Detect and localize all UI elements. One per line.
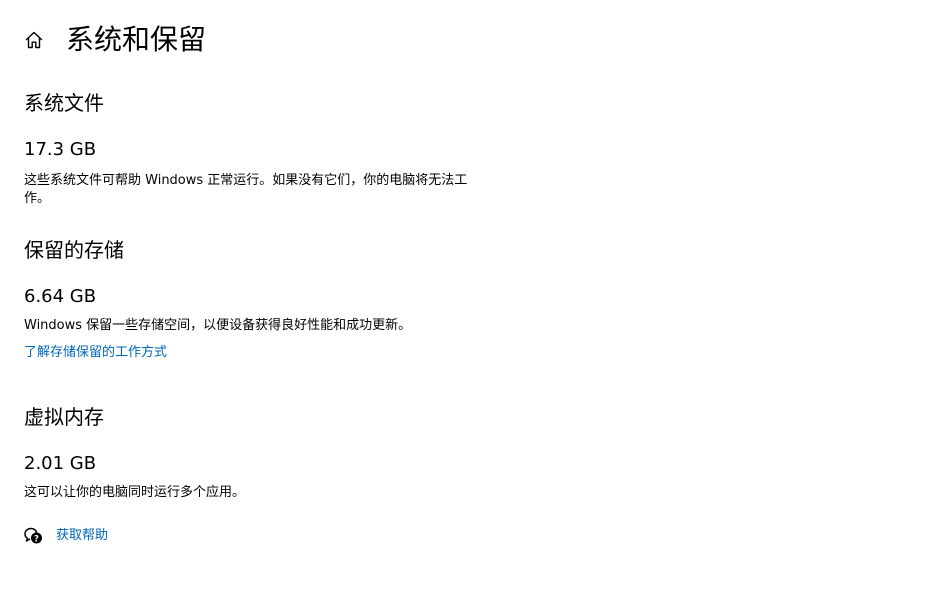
system-files-description: 这些系统文件可帮助 Windows 正常运行。如果没有它们，你的电脑将无法工作。 bbox=[24, 173, 468, 206]
home-button[interactable] bbox=[22, 28, 46, 52]
storage-system-reserved-page: 系统和保留 系统文件 17.3 GB 这些系统文件可帮助 Windows 正常运… bbox=[0, 0, 928, 603]
system-files-size: 17.3 GB bbox=[24, 139, 97, 160]
page-header: 系统和保留 bbox=[22, 22, 206, 58]
help-chat-icon: ? bbox=[24, 527, 42, 544]
get-help-link[interactable]: 获取帮助 bbox=[56, 527, 108, 545]
system-files-heading: 系统文件 bbox=[24, 91, 104, 115]
svg-text:?: ? bbox=[34, 534, 39, 544]
reserved-storage-heading: 保留的存储 bbox=[24, 238, 124, 262]
learn-reserved-storage-link[interactable]: 了解存储保留的工作方式 bbox=[24, 344, 167, 362]
virtual-memory-size: 2.01 GB bbox=[24, 453, 97, 474]
virtual-memory-heading: 虚拟内存 bbox=[24, 405, 104, 429]
reserved-storage-size: 6.64 GB bbox=[24, 286, 97, 307]
home-icon bbox=[25, 31, 43, 49]
page-title: 系统和保留 bbox=[66, 23, 207, 56]
virtual-memory-description: 这可以让你的电脑同时运行多个应用。 bbox=[24, 485, 246, 500]
reserved-storage-description: Windows 保留一些存储空间，以便设备获得良好性能和成功更新。 bbox=[24, 318, 412, 333]
